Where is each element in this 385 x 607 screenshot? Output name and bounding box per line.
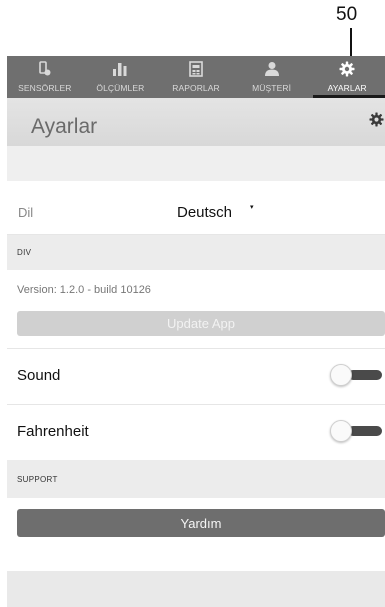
language-label: Dil — [18, 205, 34, 220]
footer-bar — [7, 571, 385, 607]
help-button[interactable]: Yardım — [17, 509, 385, 537]
customer-icon — [264, 60, 280, 78]
tab-bar: SENSÖRLER ÖLÇÜMLER RAPORLAR MÜŞTERİ AYAR… — [7, 56, 385, 98]
tab-measurements[interactable]: ÖLÇÜMLER — [83, 56, 159, 98]
update-app-button[interactable]: Update App — [17, 311, 385, 336]
tab-label: ÖLÇÜMLER — [96, 83, 145, 93]
sound-label: Sound — [17, 367, 61, 384]
tab-reports[interactable]: RAPORLAR — [158, 56, 234, 98]
language-select[interactable]: Deutsch — [177, 204, 232, 221]
divider — [7, 348, 385, 349]
toggle-track — [348, 426, 382, 436]
settings-icon — [339, 60, 355, 78]
page-header: Ayarlar — [7, 98, 385, 146]
sensor-icon — [37, 60, 53, 78]
tab-label: AYARLAR — [327, 83, 367, 93]
tab-customer[interactable]: MÜŞTERİ — [234, 56, 310, 98]
version-text: Version: 1.2.0 - build 10126 — [17, 284, 151, 296]
tab-label: SENSÖRLER — [18, 83, 72, 93]
fahrenheit-label: Fahrenheit — [17, 423, 89, 440]
chevron-down-icon: ▾ — [250, 204, 254, 211]
header-spacer — [7, 146, 385, 181]
section-header-div: DIV — [7, 235, 385, 270]
report-icon — [188, 60, 204, 78]
callout-number: 50 — [336, 4, 358, 25]
bar-chart-icon — [112, 60, 128, 78]
tab-label: RAPORLAR — [172, 83, 220, 93]
callout-annotation: 50 — [0, 0, 385, 62]
fahrenheit-toggle[interactable] — [330, 420, 382, 442]
toggle-knob — [330, 420, 352, 442]
tab-label: MÜŞTERİ — [252, 83, 292, 93]
tab-sensors[interactable]: SENSÖRLER — [7, 56, 83, 98]
toggle-track — [348, 370, 382, 380]
divider — [7, 404, 385, 405]
gear-icon[interactable] — [369, 112, 384, 132]
section-header-support: SUPPORT — [7, 460, 385, 498]
tab-settings[interactable]: AYARLAR — [309, 56, 385, 98]
sound-toggle[interactable] — [330, 364, 382, 386]
page-title: Ayarlar — [31, 115, 98, 138]
toggle-knob — [330, 364, 352, 386]
